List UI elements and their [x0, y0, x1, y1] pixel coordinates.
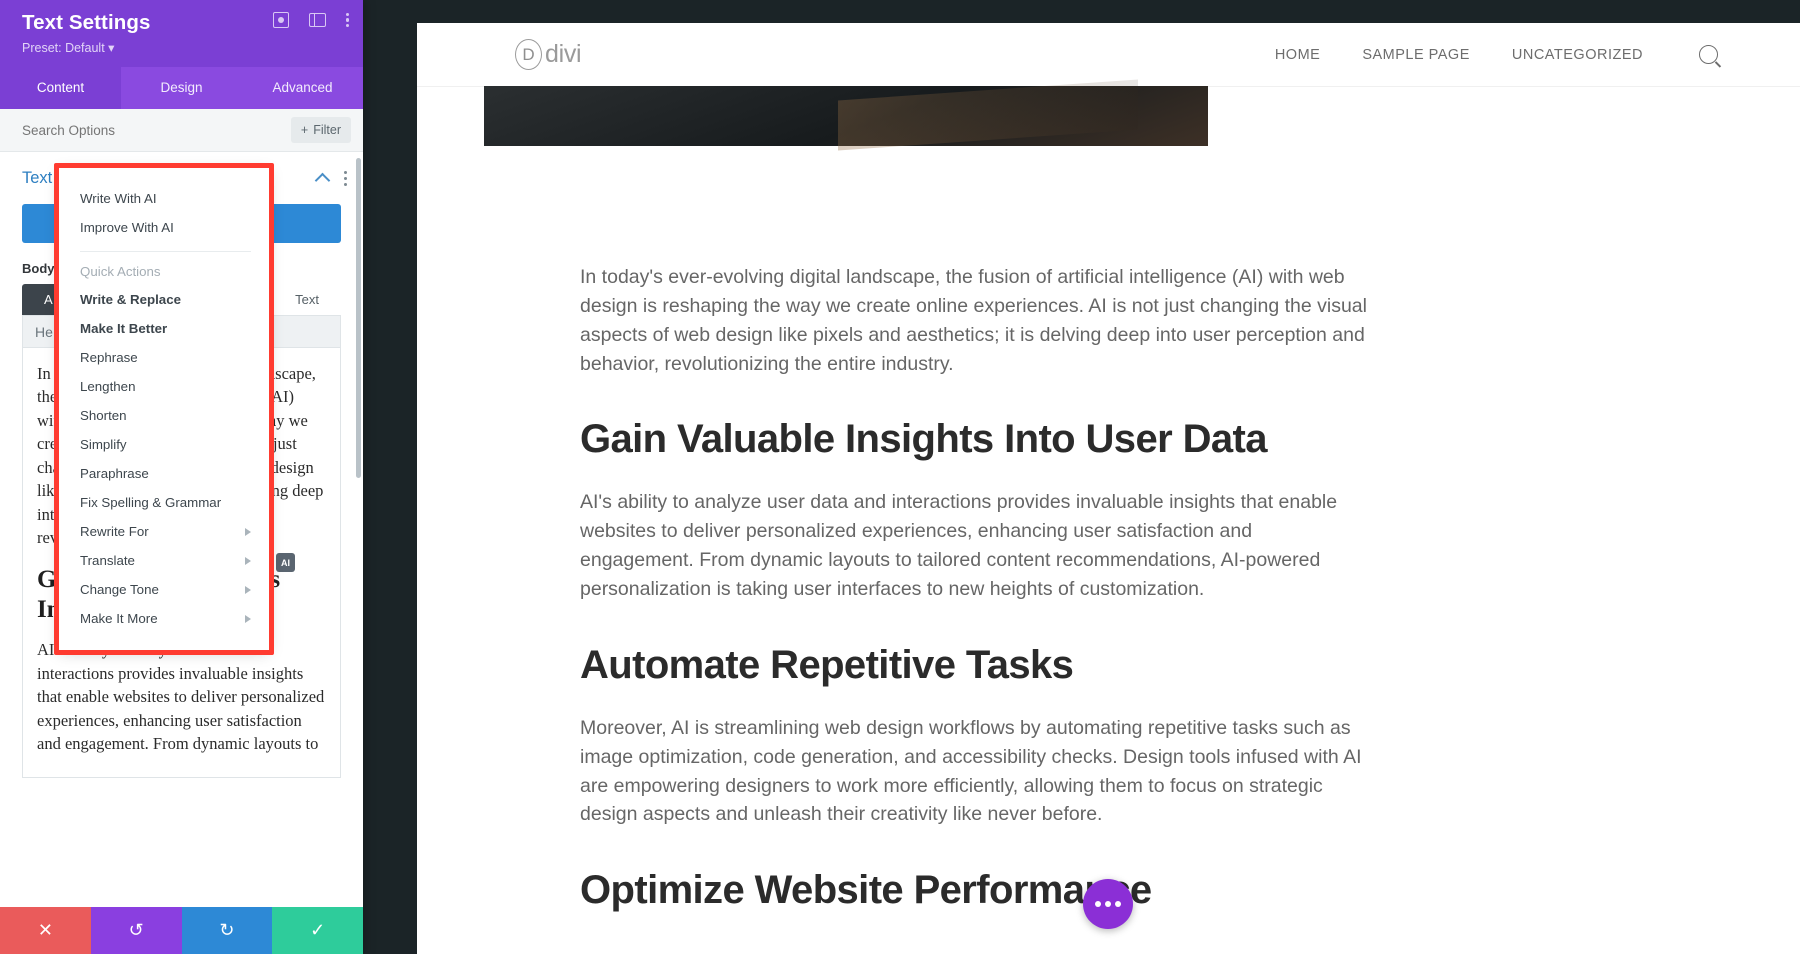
site-logo-text: divi: [545, 40, 582, 68]
divi-logo-icon: D: [515, 39, 542, 70]
site-heading-1[interactable]: Gain Valuable Insights Into User Data: [580, 416, 1800, 462]
save-button[interactable]: ✓: [272, 907, 363, 954]
menu-group-quick-actions: Quick Actions: [80, 264, 161, 279]
section-more-options-icon[interactable]: [343, 171, 347, 186]
section-title: Text: [22, 169, 53, 187]
filter-label: Filter: [313, 123, 341, 137]
submenu-arrow-icon: [245, 556, 251, 565]
plus-icon: +: [300, 123, 309, 137]
menu-item-shorten[interactable]: Shorten: [59, 401, 269, 430]
site-header: D divi HOME SAMPLE PAGE UNCATEGORIZED: [417, 23, 1800, 86]
menu-item-make-it-better[interactable]: Make It Better: [59, 314, 269, 343]
app-root: D divi HOME SAMPLE PAGE UNCATEGORIZED In…: [0, 0, 1800, 954]
search-input[interactable]: [22, 122, 222, 138]
section-kebab-dot-1-icon: [343, 171, 347, 175]
chevron-down-icon: ▾: [108, 41, 115, 55]
panel-scrollbar[interactable]: [356, 158, 361, 478]
dot-3-icon: [1115, 901, 1121, 907]
section-kebab-dot-3-icon: [343, 182, 347, 186]
kebab-dot-1-icon: [345, 12, 349, 16]
menu-item-rephrase[interactable]: Rephrase: [59, 343, 269, 372]
search-options-bar: + Filter: [0, 109, 363, 152]
editor-paragraph-2[interactable]: AI's ability to analyze user data and in…: [37, 638, 326, 755]
menu-item-paraphrase[interactable]: Paraphrase: [59, 459, 269, 488]
dot-1-icon: [1095, 901, 1101, 907]
panel-header-actions: [272, 12, 349, 28]
tab-advanced[interactable]: Advanced: [242, 67, 363, 109]
chevron-up-icon[interactable]: [314, 172, 331, 189]
menu-item-write-with-ai[interactable]: Write With AI: [59, 184, 269, 213]
panel-header: Text Settings Preset: Default ▾: [0, 0, 363, 67]
focus-mode-icon[interactable]: [272, 12, 289, 28]
hero-image: [484, 86, 1208, 146]
filter-button[interactable]: + Filter: [290, 117, 351, 143]
menu-item-write-and-replace[interactable]: Write & Replace: [59, 285, 269, 314]
panel-tabs: Content Design Advanced: [0, 67, 363, 109]
menu-item-rewrite-for-label: Rewrite For: [80, 524, 149, 539]
preset-selector[interactable]: Preset: Default ▾: [22, 40, 349, 55]
menu-item-translate-label: Translate: [80, 553, 135, 568]
menu-item-rewrite-for[interactable]: Rewrite For: [59, 517, 269, 546]
menu-item-make-it-more-label: Make It More: [80, 611, 158, 626]
undo-button[interactable]: ↺: [90, 907, 182, 954]
website-preview[interactable]: D divi HOME SAMPLE PAGE UNCATEGORIZED In…: [417, 23, 1800, 954]
nav-link-home[interactable]: HOME: [1275, 47, 1321, 63]
tab-content[interactable]: Content: [0, 67, 121, 109]
menu-item-fix-spelling-grammar[interactable]: Fix Spelling & Grammar: [59, 488, 269, 517]
menu-item-improve-with-ai[interactable]: Improve With AI: [59, 213, 269, 242]
site-paragraph-3[interactable]: Moreover, AI is streamlining web design …: [580, 714, 1370, 829]
layout-icon[interactable]: [308, 13, 326, 27]
submenu-arrow-icon: [245, 585, 251, 594]
menu-item-lengthen[interactable]: Lengthen: [59, 372, 269, 401]
submenu-arrow-icon: [245, 527, 251, 536]
nav-link-uncategorized[interactable]: UNCATEGORIZED: [1512, 47, 1643, 63]
ai-badge-icon[interactable]: AI: [276, 553, 295, 572]
preset-label: Preset: Default: [22, 41, 105, 55]
menu-item-change-tone-label: Change Tone: [80, 582, 159, 597]
more-options-icon[interactable]: [345, 12, 349, 28]
site-content: In today's ever-evolving digital landsca…: [417, 263, 1800, 939]
search-icon[interactable]: [1699, 45, 1718, 64]
cancel-button[interactable]: ✕: [0, 907, 91, 954]
redo-button[interactable]: ↻: [181, 907, 273, 954]
site-nav: HOME SAMPLE PAGE UNCATEGORIZED: [1275, 45, 1718, 64]
site-heading-2[interactable]: Automate Repetitive Tasks: [580, 642, 1800, 688]
heading-select-icon[interactable]: He: [35, 324, 53, 340]
menu-item-make-it-more[interactable]: Make It More: [59, 604, 269, 633]
panel-footer: ✕ ↺ ↻ ✓: [0, 907, 363, 954]
menu-item-change-tone[interactable]: Change Tone: [59, 575, 269, 604]
kebab-dot-2-icon: [345, 18, 349, 22]
kebab-dot-3-icon: [345, 24, 349, 28]
menu-item-simplify[interactable]: Simplify: [59, 430, 269, 459]
site-heading-3[interactable]: Optimize Website Performance: [580, 867, 1800, 913]
section-kebab-dot-2-icon: [343, 176, 347, 181]
site-paragraph-1[interactable]: In today's ever-evolving digital landsca…: [580, 263, 1370, 378]
tab-design[interactable]: Design: [121, 67, 242, 109]
menu-item-translate[interactable]: Translate: [59, 546, 269, 575]
ai-chat-fab[interactable]: [1083, 879, 1133, 929]
site-paragraph-2[interactable]: AI's ability to analyze user data and in…: [580, 488, 1370, 603]
submenu-arrow-icon: [245, 614, 251, 623]
editor-tab-text[interactable]: Text: [273, 284, 341, 315]
dot-2-icon: [1105, 901, 1111, 907]
ai-actions-menu[interactable]: Write With AI Improve With AI Quick Acti…: [59, 168, 269, 650]
menu-divider: [80, 251, 251, 252]
site-logo[interactable]: D divi: [515, 39, 582, 70]
nav-link-sample-page[interactable]: SAMPLE PAGE: [1362, 47, 1470, 63]
